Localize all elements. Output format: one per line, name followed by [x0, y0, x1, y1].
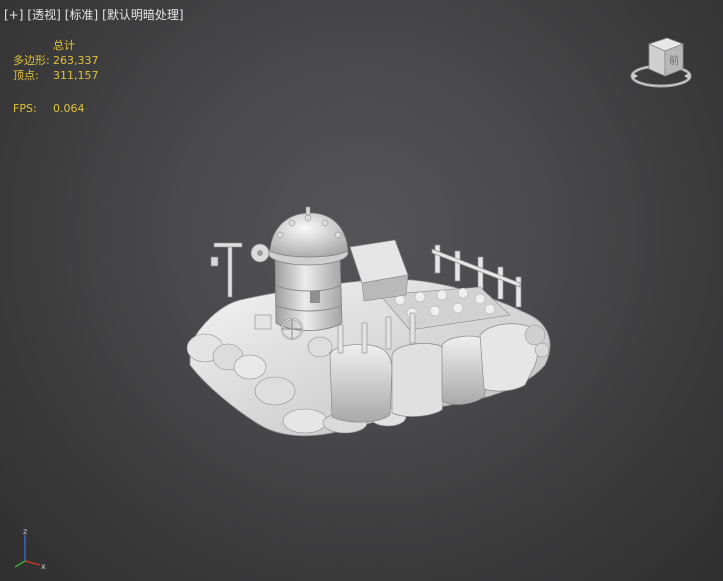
- statistics-overlay: 总计 多边形: 263,337 顶点: 311,157 FPS: 0.064: [13, 38, 133, 116]
- viewport-label-menus: [+] [透视] [标准] [默认明暗处理]: [4, 6, 188, 23]
- axis-x-label: x: [41, 562, 46, 571]
- vertices-value: 311,157: [53, 69, 99, 82]
- polygons-value: 263,337: [53, 54, 99, 67]
- viewport-quality-menu[interactable]: [标准]: [65, 8, 98, 22]
- polygons-label: 多边形:: [13, 54, 50, 67]
- viewport-shading-menu[interactable]: [默认明暗处理]: [102, 8, 183, 22]
- viewcube-icon[interactable]: 前: [630, 32, 692, 92]
- viewport-general-menu[interactable]: [+]: [4, 8, 23, 22]
- fps-label: FPS:: [13, 102, 37, 115]
- vertices-label: 顶点:: [13, 69, 39, 82]
- perspective-viewport[interactable]: [+] [透视] [标准] [默认明暗处理] 总计 多边形: 263,337 顶点: …: [0, 0, 723, 581]
- viewcube-face-label[interactable]: 前: [669, 54, 679, 67]
- stats-header: 总计: [53, 39, 75, 52]
- axis-tripod-icon: z x: [14, 527, 46, 571]
- stylized-house-on-rock-mesh-icon[interactable]: [180, 205, 560, 445]
- axis-z-label: z: [23, 527, 27, 536]
- fps-value: 0.064: [53, 102, 85, 115]
- viewport-pov-menu[interactable]: [透视]: [27, 8, 60, 22]
